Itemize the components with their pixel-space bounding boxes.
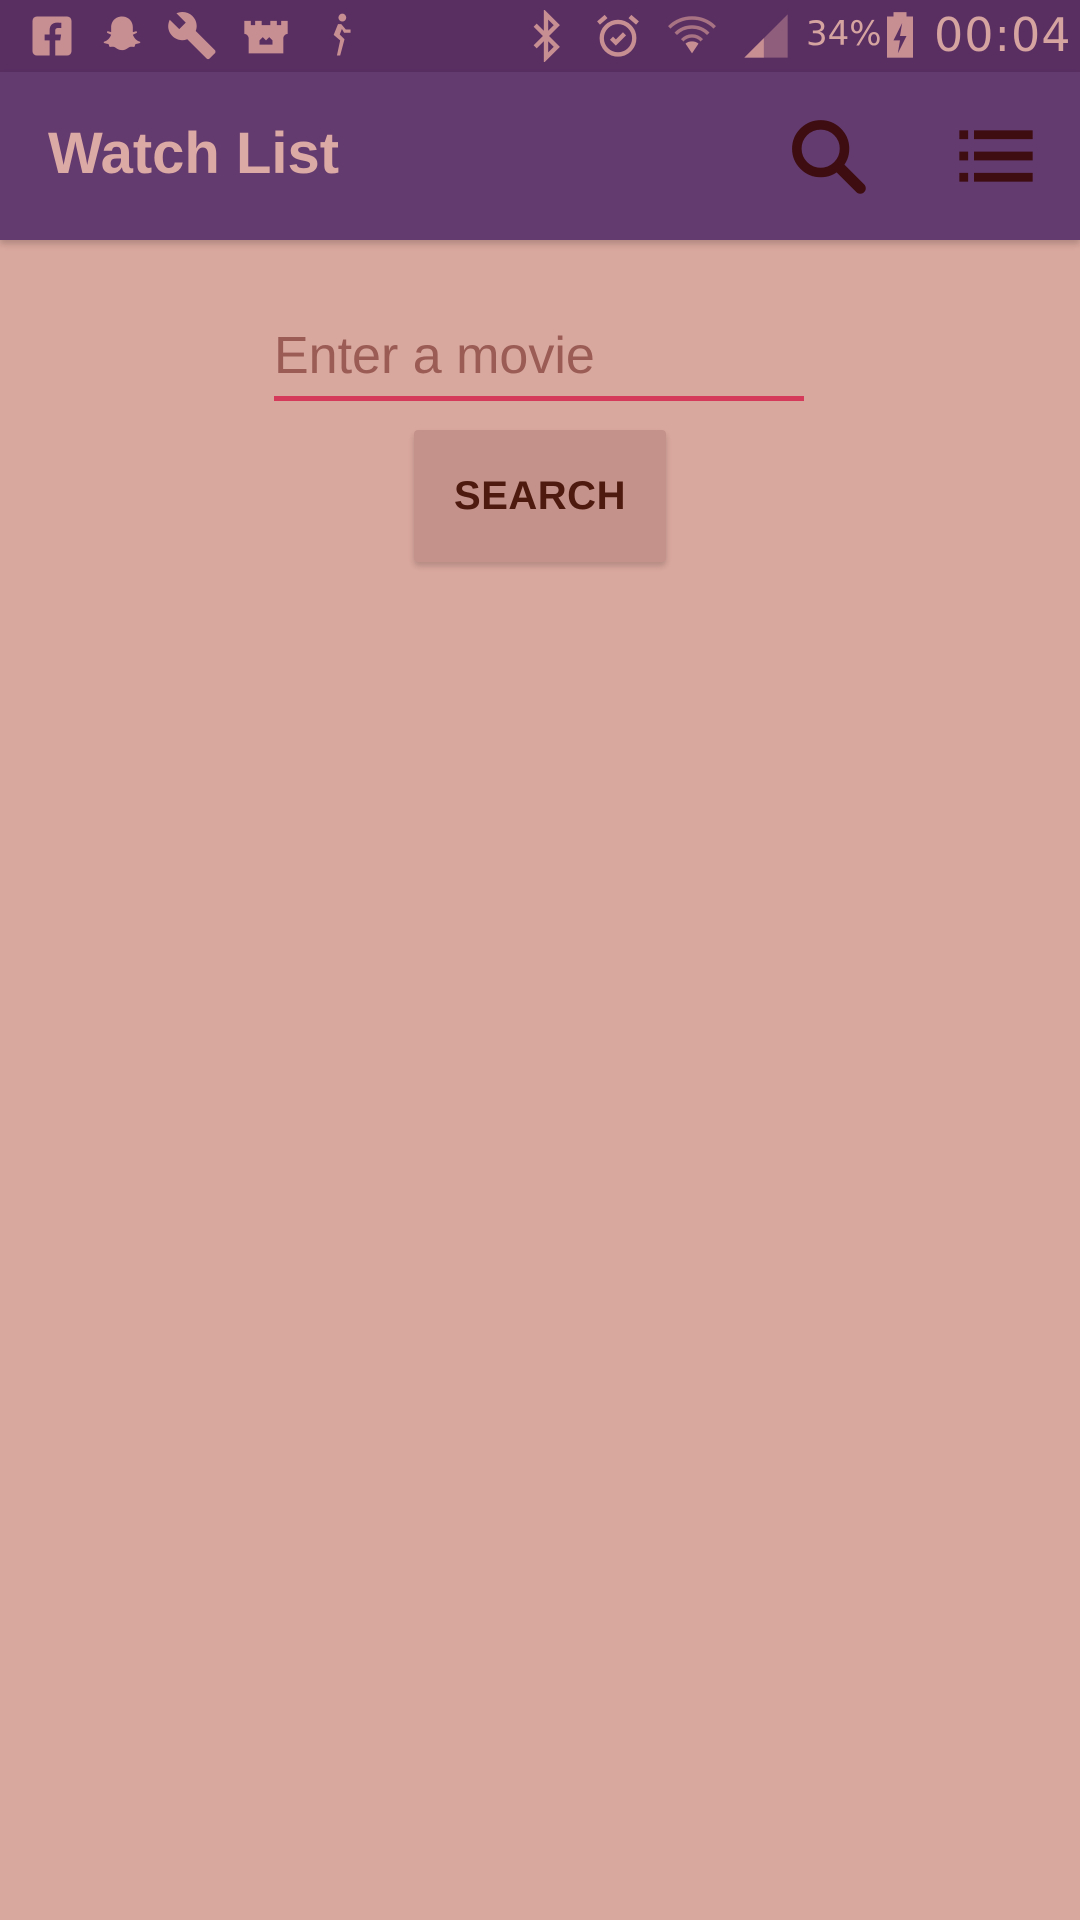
app-bar: Watch List [0,72,1080,240]
list-icon[interactable] [952,112,1040,200]
signal-icon [740,10,792,62]
alarm-icon [592,10,644,62]
search-icon[interactable] [784,112,872,200]
clock: 00:04 [934,8,1072,62]
runner-icon [312,10,364,62]
wifi-icon [666,10,718,62]
castle-icon [240,10,292,62]
search-button[interactable]: SEARCH [414,430,666,562]
movie-search-input[interactable] [274,316,804,401]
facebook-icon [26,10,78,62]
snapchat-icon [96,10,148,62]
wrench-icon [168,10,220,62]
battery-percent: 34% [806,14,882,54]
status-bar: 34% 00:04 [0,0,1080,72]
screen: 34% 00:04 Watch List SEARCH [0,0,1080,1920]
page-title: Watch List [48,121,340,186]
battery-charging-icon [880,10,920,62]
bluetooth-icon [520,10,572,62]
